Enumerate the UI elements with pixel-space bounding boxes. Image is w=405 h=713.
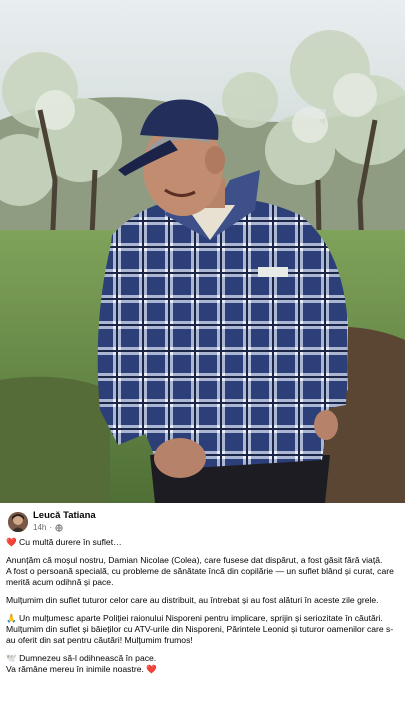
post-text: ❤️ Cu multă durere în suflet… Anunțăm că…: [6, 537, 398, 675]
post-paragraph: Mulțumim din suflet tuturor celor care a…: [6, 594, 379, 605]
heart-icon: ❤️: [146, 663, 157, 674]
globe-icon: [55, 523, 63, 532]
author-name[interactable]: Leucă Tatiana: [33, 510, 96, 521]
avatar[interactable]: [8, 512, 28, 532]
broken-heart-icon: ❤️: [6, 537, 17, 547]
post-paragraph: Anunțăm că moșul nostru, Damian Nicolae …: [6, 554, 383, 565]
post-time[interactable]: 14h: [33, 523, 46, 532]
post-meta: 14h ·: [33, 523, 63, 532]
post-paragraph: 🕊️ Dumnezeu să-l odihnească în pace.: [6, 652, 157, 663]
post-paragraph: 🙏 Un mulțumesc aparte Poliției raionului…: [6, 612, 383, 623]
post-paragraph: Va rămâne mereu în inimile noastre. ❤️: [6, 663, 157, 674]
dove-icon: 🕊️: [6, 652, 17, 663]
praying-hands-icon: 🙏: [6, 612, 17, 623]
post-paragraph: A fost o persoană specială, cu probleme …: [6, 565, 394, 588]
post-paragraph: Mulțumim din suflet și băieților cu ATV-…: [6, 623, 394, 645]
post-photo[interactable]: [0, 0, 405, 503]
post-line-intro: ❤️ Cu multă durere în suflet…: [6, 537, 122, 547]
